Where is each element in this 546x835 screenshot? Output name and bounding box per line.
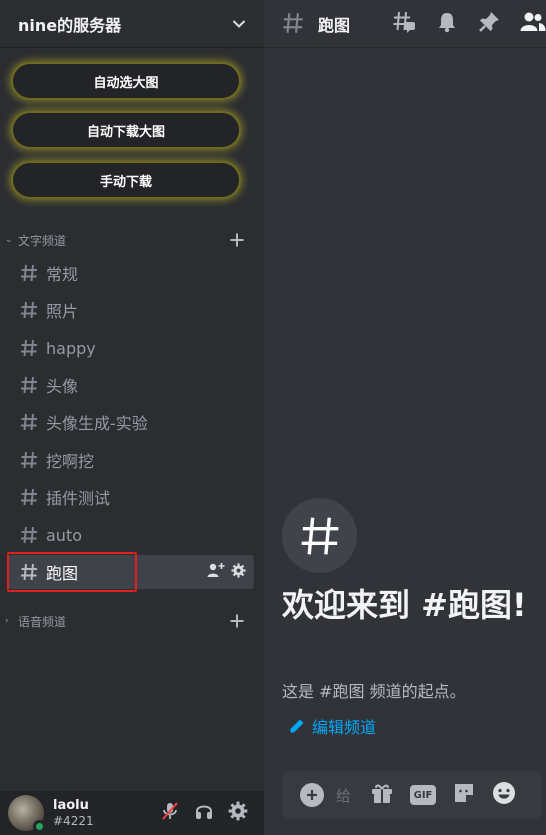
user-panel: laolu #4221 [0, 791, 264, 835]
channel-name: 常规 [46, 265, 79, 284]
server-header[interactable]: nine的服务器 [0, 0, 264, 48]
category-label: 文字频道 [18, 233, 67, 248]
avatar[interactable] [8, 795, 46, 833]
category-voice-channels[interactable]: › 语音频道 [0, 611, 264, 631]
channel-name: 头像生成-实验 [46, 414, 148, 433]
gif-button[interactable]: GIF [410, 785, 436, 805]
channel-item[interactable]: 照片 [8, 293, 254, 327]
channel-item[interactable]: 头像 [8, 368, 254, 402]
channel-header: 跑图 [264, 0, 546, 48]
emoji-icon[interactable] [492, 781, 516, 809]
caret-down-icon: ⌄ [5, 235, 13, 245]
add-channel-icon[interactable] [228, 612, 246, 630]
edit-channel-link[interactable]: 编辑频道 [289, 714, 376, 738]
channel-name: 插件测试 [46, 489, 111, 508]
add-channel-icon[interactable] [228, 231, 246, 249]
chevron-down-icon[interactable] [232, 17, 246, 31]
pin-icon[interactable] [478, 11, 500, 37]
channel-sidebar: nine的服务器 自动选大图 自动下载大图 手动下载 ⌄ 文字频道 常规 照片 … [0, 0, 264, 835]
upload-plus-icon[interactable] [300, 783, 324, 807]
channel-name: 头像 [46, 377, 79, 396]
hash-icon [19, 450, 39, 470]
user-info[interactable]: laolu #4221 [53, 798, 160, 829]
welcome-subtitle: 这是 #跑图 频道的起点。 [282, 682, 466, 701]
members-icon[interactable] [520, 11, 546, 37]
user-tag: #4221 [53, 813, 94, 828]
auto-download-large-button[interactable]: 自动下载大图 [11, 111, 241, 149]
invite-member-icon[interactable] [207, 562, 225, 582]
hash-icon [19, 525, 39, 545]
settings-gear-icon[interactable] [228, 801, 248, 825]
channel-name: auto [46, 525, 83, 545]
hash-icon [19, 412, 39, 432]
caret-right-icon: › [5, 616, 9, 626]
hash-icon [19, 487, 39, 507]
channel-item[interactable]: 挖啊挖 [8, 443, 254, 477]
channel-name: 照片 [46, 302, 79, 321]
hash-icon [19, 300, 39, 320]
auto-select-large-button[interactable]: 自动选大图 [11, 62, 241, 100]
hash-icon [19, 263, 39, 283]
sticker-icon[interactable] [452, 781, 476, 809]
manual-download-button[interactable]: 手动下载 [11, 161, 241, 199]
channel-item[interactable]: 插件测试 [8, 480, 254, 514]
headphones-icon[interactable] [194, 801, 214, 825]
hash-icon [282, 12, 306, 36]
message-composer: 给 GIF [282, 771, 542, 819]
pencil-icon [289, 718, 305, 734]
hash-icon [19, 562, 39, 582]
online-status-icon [33, 820, 46, 833]
threads-icon[interactable] [392, 10, 416, 38]
edit-channel-label: 编辑频道 [312, 718, 377, 737]
gift-icon[interactable] [370, 781, 394, 809]
mute-mic-icon[interactable] [160, 801, 180, 825]
channel-item[interactable]: 头像生成-实验 [8, 405, 254, 439]
bell-icon[interactable] [436, 11, 458, 37]
channel-welcome-hash-icon [282, 498, 357, 573]
category-label: 语音频道 [18, 614, 67, 629]
username: laolu [53, 797, 89, 813]
channel-name: happy [46, 338, 96, 358]
welcome-title: 欢迎来到 #跑图! [282, 586, 527, 624]
hash-icon [19, 375, 39, 395]
channel-title: 跑图 [318, 15, 351, 35]
category-text-channels[interactable]: ⌄ 文字频道 [0, 230, 264, 250]
channel-item[interactable]: happy [8, 331, 254, 365]
channel-name: 挖啊挖 [46, 452, 95, 471]
server-name: nine的服务器 [18, 15, 122, 35]
channel-item[interactable]: auto [8, 518, 254, 552]
hash-icon [19, 338, 39, 358]
channel-name: 跑图 [46, 564, 79, 583]
channel-item-active[interactable]: 跑图 [8, 555, 254, 589]
channel-item[interactable]: 常规 [8, 256, 254, 290]
message-input[interactable]: 给 [336, 785, 356, 806]
gear-icon[interactable] [231, 562, 246, 582]
